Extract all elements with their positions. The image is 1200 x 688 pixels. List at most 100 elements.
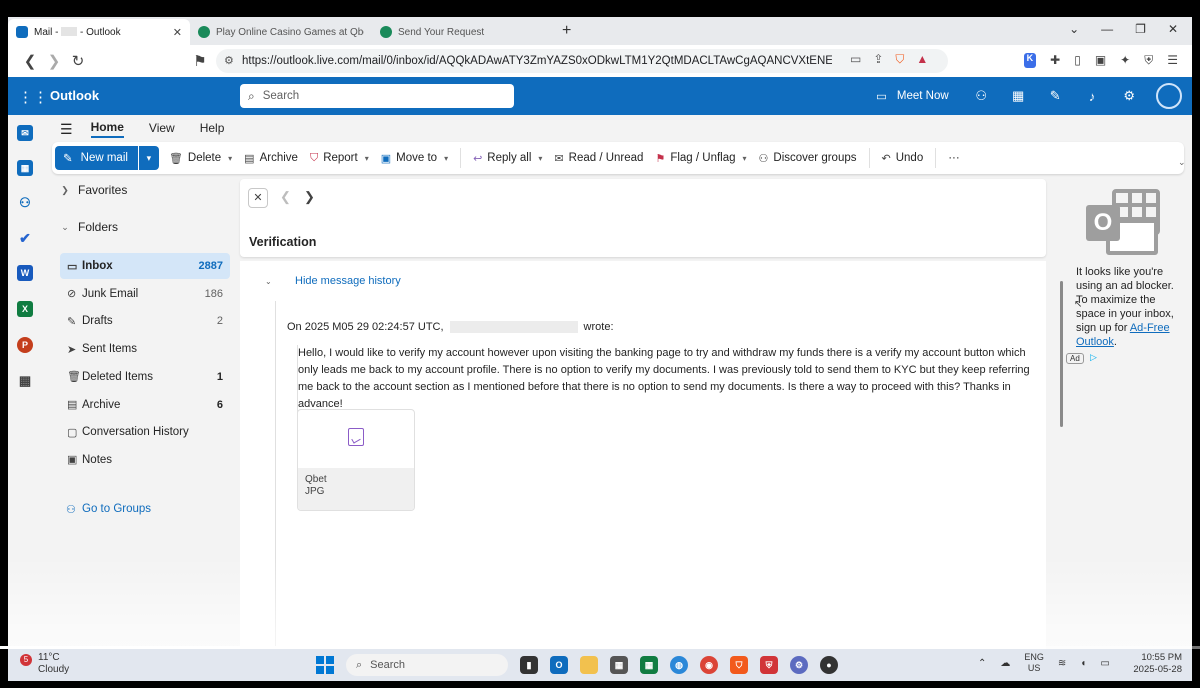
go-to-groups-link[interactable]: ⚇ Go to Groups <box>66 503 151 516</box>
people-icon[interactable]: ⚇ <box>17 195 33 211</box>
brave-shield-icon[interactable]: ⛉ <box>895 52 904 67</box>
language-indicator[interactable]: ENG US <box>1024 652 1044 674</box>
outlook-app-icon[interactable]: O <box>550 656 568 674</box>
spreadsheet-icon[interactable]: ▦ <box>640 656 658 674</box>
share-icon[interactable]: ⇪ <box>873 52 883 67</box>
tab-help[interactable]: Help <box>200 121 225 137</box>
tab-search-icon[interactable]: ⌄ <box>1069 22 1079 36</box>
restore-icon[interactable]: ❐ <box>1135 22 1146 36</box>
office-icon[interactable]: ▦ <box>1000 88 1037 104</box>
bell-icon[interactable]: ♪ <box>1074 89 1111 104</box>
excel-icon[interactable]: X <box>17 301 33 317</box>
folder-item-inbox[interactable]: ▭ Inbox 2887 <box>60 253 230 279</box>
minimize-icon[interactable]: — <box>1101 22 1113 36</box>
taskbar-search[interactable]: ⌕ Search <box>346 654 508 676</box>
delete-button[interactable]: 🗑 Delete ▾ <box>169 152 232 165</box>
tab-send-request[interactable]: Send Your Request <box>372 19 554 45</box>
cast-icon[interactable]: ▭ <box>850 52 861 67</box>
folders-section[interactable]: ⌄ Folders <box>52 220 118 234</box>
calendar-icon[interactable]: ▦ <box>17 160 33 176</box>
url-field[interactable]: ⚙ https://outlook.live.com/mail/0/inbox/… <box>216 49 948 73</box>
tab-outlook[interactable]: Mail - - Outlook ✕ <box>8 19 190 45</box>
chevron-down-icon[interactable]: ▾ <box>538 154 542 163</box>
folder-item-sent-items[interactable]: ➤ Sent Items <box>60 336 230 362</box>
weather-widget[interactable]: 5 11°C Cloudy <box>20 652 69 676</box>
favorites-section[interactable]: ❯ Favorites <box>52 183 127 197</box>
extension-k-icon[interactable]: K <box>1023 53 1037 68</box>
powerpoint-icon[interactable]: P <box>17 337 33 353</box>
word-icon[interactable]: W <box>17 265 33 281</box>
file-explorer-icon[interactable] <box>580 656 598 674</box>
reply-all-button[interactable]: ↩ Reply all ▾ <box>473 152 542 165</box>
chevron-down-icon[interactable]: ▾ <box>228 154 232 163</box>
move-to-button[interactable]: ▣ Move to ▾ <box>381 152 448 165</box>
chevron-down-icon[interactable]: ▾ <box>365 154 369 163</box>
undo-button[interactable]: ↶ Undo <box>882 152 924 165</box>
new-mail-dropdown[interactable]: ▾ <box>138 146 159 170</box>
notes-icon[interactable]: ✎ <box>1037 88 1074 104</box>
chevron-down-icon[interactable]: ▾ <box>444 154 448 163</box>
discover-groups-button[interactable]: ⚇ Discover groups <box>759 152 857 165</box>
close-window-icon[interactable]: ✕ <box>1168 22 1178 36</box>
clock[interactable]: 10:55 PM 2025-05-28 <box>1133 652 1182 676</box>
calculator-icon[interactable]: ▦ <box>610 656 628 674</box>
windows-start-icon[interactable] <box>316 656 334 674</box>
leo-icon[interactable]: ✦ <box>1120 53 1130 68</box>
folder-item-archive[interactable]: ▤ Archive 6 <box>60 392 230 418</box>
volume-icon[interactable]: ◖ <box>1080 658 1086 669</box>
read-unread-button[interactable]: ✉ Read / Unread <box>554 152 643 165</box>
avatar[interactable] <box>1156 83 1182 109</box>
reload-icon[interactable]: ↻ <box>66 52 90 70</box>
folder-item-junk-email[interactable]: ⊘ Junk Email 186 <box>60 281 230 307</box>
chevron-up-icon[interactable]: ⌃ <box>978 658 986 669</box>
new-tab-button[interactable]: + <box>562 22 571 40</box>
report-button[interactable]: ⛉ Report ▾ <box>310 152 369 165</box>
archive-button[interactable]: ▤ Archive <box>244 152 298 165</box>
chevron-down-icon[interactable]: ▾ <box>743 154 747 163</box>
task-view-icon[interactable]: ▮ <box>520 656 538 674</box>
chevron-down-icon[interactable]: ⌄ <box>265 277 272 286</box>
todo-icon[interactable]: ✔ <box>17 230 33 246</box>
search-input[interactable]: ⌕ Search <box>240 84 514 108</box>
previous-message-icon[interactable]: ❮ <box>280 189 291 205</box>
tab-view[interactable]: View <box>149 121 175 137</box>
menu-icon[interactable]: ☰ <box>1167 53 1178 68</box>
attachment-card[interactable]: Qbet JPG <box>297 409 415 511</box>
close-tab-icon[interactable]: ✕ <box>173 26 182 39</box>
outlook-brand[interactable]: Outlook <box>50 88 99 103</box>
folder-item-conversation-history[interactable]: ▢ Conversation History <box>60 419 230 445</box>
vpn-app-icon[interactable]: ⛨ <box>760 656 778 674</box>
close-icon[interactable]: ✕ <box>248 188 268 208</box>
globe-icon[interactable]: ◍ <box>670 656 688 674</box>
forward-icon[interactable]: ❯ <box>42 52 66 70</box>
rewards-icon[interactable]: ▲ <box>916 52 928 67</box>
sidebar-icon[interactable]: ▯ <box>1074 53 1081 68</box>
next-message-icon[interactable]: ❯ <box>304 189 315 205</box>
settings-app-icon[interactable]: ⚙ <box>790 656 808 674</box>
new-mail-button[interactable]: ✎ New mail <box>55 146 138 170</box>
adchoices-icon[interactable]: ▷ <box>1090 352 1097 363</box>
meet-now-button[interactable]: ▭ Meet Now <box>876 89 949 103</box>
hide-message-history-link[interactable]: Hide message history <box>295 275 401 287</box>
vpn-icon[interactable]: ⛨ <box>1144 53 1153 68</box>
tab-qbet[interactable]: Play Online Casino Games at Qbet <box>190 19 372 45</box>
scrollbar[interactable] <box>1060 281 1063 427</box>
bookmark-icon[interactable]: ⚑ <box>188 52 212 70</box>
more-options-button[interactable]: ··· <box>948 152 960 164</box>
gear-icon[interactable]: ⚙ <box>1111 88 1148 104</box>
chrome-icon[interactable]: ◉ <box>700 656 718 674</box>
folder-item-drafts[interactable]: ✎ Drafts 2 <box>60 308 230 334</box>
back-icon[interactable]: ❮ <box>18 52 42 70</box>
extensions-icon[interactable]: ✚ <box>1050 53 1060 68</box>
battery-icon[interactable]: ▭ <box>1100 658 1109 669</box>
hamburger-icon[interactable]: ☰ <box>60 121 73 138</box>
onedrive-icon[interactable]: ☁ <box>1000 658 1010 669</box>
tab-home[interactable]: Home <box>90 120 124 138</box>
mail-icon[interactable]: ✉ <box>17 125 33 141</box>
more-apps-icon[interactable]: ▦ <box>17 373 33 389</box>
app-launcher-icon[interactable]: ⋮⋮ <box>18 88 48 106</box>
flag-button[interactable]: ⚑ Flag / Unflag ▾ <box>655 152 746 165</box>
folder-item-notes[interactable]: ▣ Notes <box>60 447 230 473</box>
ribbon-collapse-icon[interactable]: ⌄ <box>1178 157 1186 168</box>
wifi-icon[interactable]: ≋ <box>1058 658 1066 669</box>
